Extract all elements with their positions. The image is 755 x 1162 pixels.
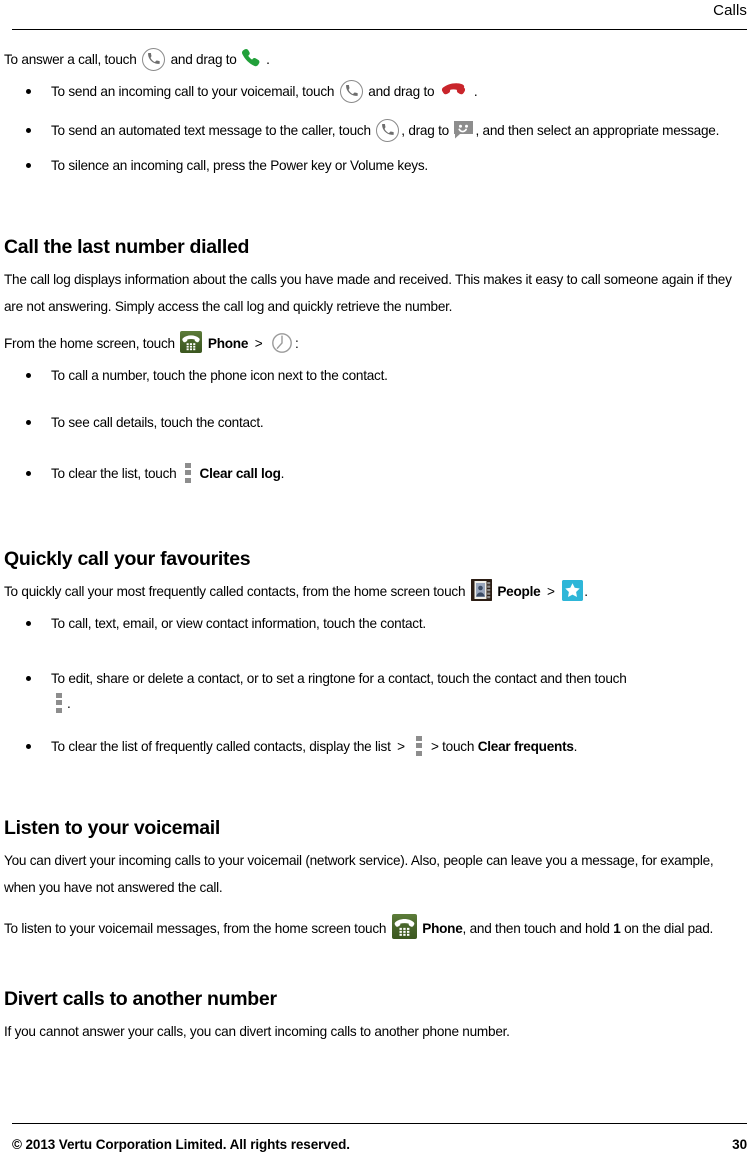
call-log-paragraph: The call log displays information about … [4, 272, 732, 314]
edit-contact-bullet-tail: . [67, 696, 71, 711]
message-bubble-icon [453, 120, 474, 139]
dial-pad-key-label: 1 [613, 921, 621, 936]
silence-call-bullet-text: To silence an incoming call, press the P… [51, 158, 428, 173]
favourites-actions-list: To call, text, email, or view contact in… [4, 611, 747, 759]
overflow-menu-icon [55, 692, 63, 714]
people-app-icon [470, 579, 492, 602]
phone-app-label: Phone [207, 336, 249, 351]
voicemail-bullet-text-2: and drag to [368, 84, 435, 99]
bullet-dot [26, 89, 31, 94]
contact-action-bullet-text: To call, text, email, or view contact in… [51, 616, 426, 631]
list-item: To clear the list, touch Clear call log. [4, 461, 747, 486]
clear-frequents-bullet-text: To clear the list of frequently called c… [51, 739, 391, 754]
footer-page-number: 30 [732, 1137, 747, 1152]
end-call-handset-icon [439, 80, 473, 102]
bullet-dot [26, 676, 31, 681]
people-app-label: People [497, 584, 541, 599]
header-chapter-title: Calls [713, 2, 747, 19]
voicemail-lead-in-tail: on the dial pad. [624, 921, 714, 936]
list-item: To edit, share or delete a contact, or t… [4, 666, 747, 716]
phone-app-icon [391, 913, 417, 939]
clear-frequents-tail: . [573, 739, 578, 754]
breadcrumb-separator: > [397, 739, 405, 754]
call-log-lead-in-before: From the home screen, touch [4, 336, 175, 351]
voicemail-lead-in: To listen to your voicemail messages, fr… [4, 913, 747, 942]
auto-text-bullet-text-3: , and then select an appropriate message… [475, 123, 720, 138]
phone-app-icon [180, 331, 203, 354]
favourites-lead-in-before: To quickly call your most frequently cal… [4, 584, 466, 599]
section-heading-quickly-call-favourites: Quickly call your favourites [4, 548, 251, 570]
auto-text-bullet-text-1: To send an automated text message to the… [51, 123, 371, 138]
answer-call-text-before: To answer a call, touch [4, 52, 137, 67]
footer-copyright: © 2013 Vertu Corporation Limited. All ri… [12, 1137, 350, 1152]
page-content: To answer a call, touch and drag to . To… [4, 46, 747, 1102]
call-log-clock-icon [271, 332, 293, 354]
bullet-dot [26, 744, 31, 749]
overflow-menu-icon [415, 735, 423, 757]
list-item: To send an incoming call to your voicema… [4, 79, 747, 104]
list-item: To clear the list of frequently called c… [4, 734, 747, 759]
list-item: To call, text, email, or view contact in… [4, 611, 747, 636]
breadcrumb-separator: > [546, 584, 555, 599]
call-log-lead-in: From the home screen, touch Phone >: [4, 330, 747, 357]
bullet-dot [26, 420, 31, 425]
answer-call-instruction: To answer a call, touch and drag to . [4, 46, 747, 73]
favourites-lead-in: To quickly call your most frequently cal… [4, 578, 747, 605]
list-item: To send an automated text message to the… [4, 118, 747, 143]
list-item: To see call details, touch the contact. [4, 410, 747, 435]
bullet-dot [26, 163, 31, 168]
phone-app-label: Phone [422, 921, 463, 936]
list-item: To call a number, touch the phone icon n… [4, 363, 747, 388]
document-page: Calls To answer a call, touch and drag t… [0, 0, 755, 1162]
divert-calls-paragraph: If you cannot answer your calls, you can… [4, 1024, 510, 1039]
call-log-lead-in-after: : [294, 336, 299, 351]
bullet-dot [26, 621, 31, 626]
auto-text-bullet-text-2: , drag to [401, 123, 449, 138]
overflow-menu-icon [184, 462, 192, 484]
voicemail-bullet-text-3: . [473, 84, 478, 99]
clear-call-log-bullet-text: To clear the list, touch [51, 466, 177, 481]
bullet-dot [26, 471, 31, 476]
call-circle-icon [376, 118, 400, 142]
bullet-dot [26, 373, 31, 378]
call-circle-icon [339, 79, 363, 103]
page-header: Calls [12, 0, 747, 30]
voicemail-bullet-text-1: To send an incoming call to your voicema… [51, 84, 335, 99]
favourites-lead-in-after: . [584, 584, 588, 599]
page-footer: © 2013 Vertu Corporation Limited. All ri… [12, 1137, 747, 1152]
favourites-star-icon [562, 579, 584, 601]
voicemail-lead-in-before: To listen to your voicemail messages, fr… [4, 921, 387, 936]
call-log-actions-list: To call a number, touch the phone icon n… [4, 363, 747, 486]
breadcrumb-separator: > [254, 336, 263, 351]
call-number-bullet-text: To call a number, touch the phone icon n… [51, 368, 388, 383]
section-heading-call-last-number: Call the last number dialled [4, 236, 250, 258]
incoming-call-options-list: To send an incoming call to your voicema… [4, 79, 747, 178]
header-divider [12, 29, 747, 30]
footer-divider [12, 1123, 747, 1124]
answer-call-text-mid: and drag to [170, 52, 237, 67]
section-heading-divert-calls: Divert calls to another number [4, 988, 277, 1010]
clear-frequents-bullet-mid2: > touch [430, 739, 475, 754]
answer-call-text-after: . [266, 52, 270, 67]
clear-call-log-label: Clear call log [199, 466, 281, 481]
edit-contact-bullet-text: To edit, share or delete a contact, or t… [51, 671, 627, 686]
call-details-bullet-text: To see call details, touch the contact. [51, 415, 264, 430]
voicemail-paragraph: You can divert your incoming calls to yo… [4, 853, 714, 895]
clear-call-log-tail: . [280, 466, 285, 481]
answer-call-handset-icon [241, 48, 265, 70]
list-item: To silence an incoming call, press the P… [4, 153, 747, 178]
bullet-dot [26, 128, 31, 133]
clear-frequents-label: Clear frequents [477, 739, 574, 754]
call-circle-icon [142, 47, 166, 71]
section-heading-listen-voicemail: Listen to your voicemail [4, 817, 221, 839]
voicemail-lead-in-after: , and then touch and hold [462, 921, 610, 936]
